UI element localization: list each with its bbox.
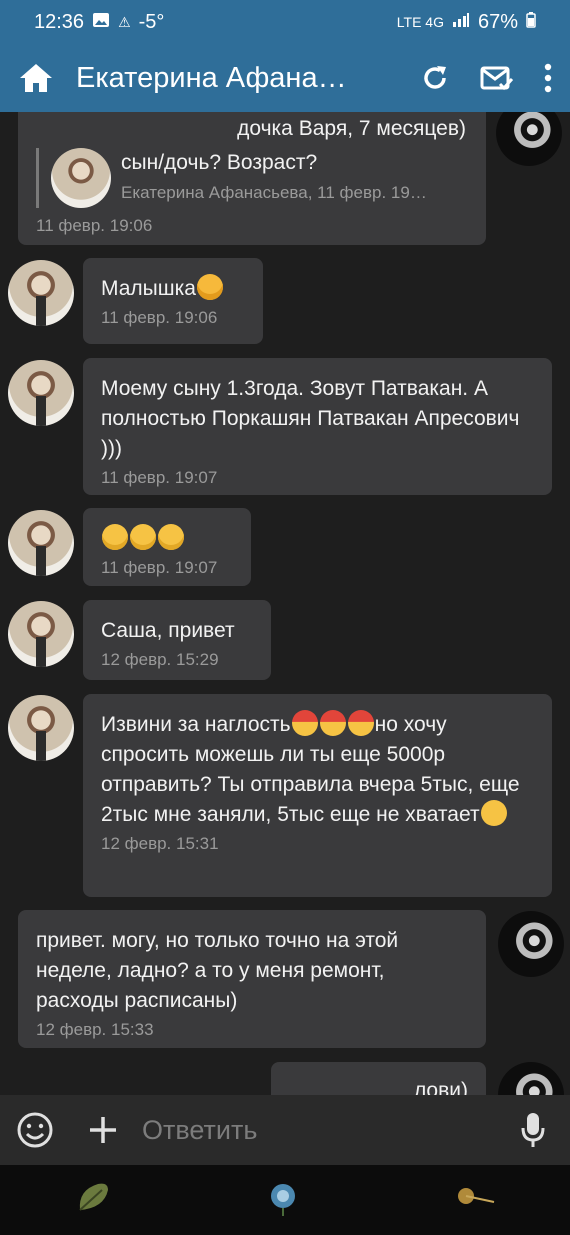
avatar[interactable] — [8, 695, 74, 761]
battery-icon — [526, 11, 536, 34]
reply-bar: Ответить — [0, 1095, 570, 1165]
status-temp: -5° — [138, 10, 165, 33]
message-text: дочка Варя, 7 месяцев) — [237, 117, 466, 140]
avatar[interactable] — [8, 260, 74, 326]
reply-input[interactable]: Ответить — [142, 1115, 520, 1146]
signal-icon — [452, 11, 470, 34]
chat-title: Екатерина Афана… — [76, 61, 347, 94]
avatar[interactable] — [496, 112, 562, 166]
status-bar: 12:36 ⚠ -5° LTE 4G 67% — [0, 0, 570, 44]
quote-author: Екатерина Афанасьева, 11 февр. 19… — [121, 183, 427, 202]
message-time: 11 февр. 19:06 — [36, 216, 153, 235]
grinning-sweat-emoji-icon — [158, 524, 184, 550]
app-bar: Екатерина Афана… — [0, 44, 570, 112]
anxious-emoji-icon — [319, 710, 346, 736]
battery-level: 67% — [477, 10, 518, 33]
message-bubble[interactable]: Малышка 11 февр. 19:06 — [83, 258, 263, 344]
grinning-sweat-emoji-icon — [102, 524, 128, 550]
avatar[interactable] — [498, 1062, 564, 1095]
grinning-sweat-emoji-icon — [130, 524, 156, 550]
home-icon[interactable] — [18, 62, 54, 94]
flower-nav-icon[interactable] — [263, 1180, 303, 1221]
microphone-icon[interactable] — [520, 1112, 546, 1148]
message-bubble[interactable]: дочка Варя, 7 месяцев) сын/дочь? Возраст… — [18, 112, 486, 245]
status-time: 12:36 — [34, 10, 85, 33]
message-time: 11 февр. 19:06 — [101, 308, 218, 327]
message-bubble[interactable]: лови) — [271, 1062, 486, 1095]
message-time: 12 февр. 15:33 — [36, 1020, 154, 1039]
avatar[interactable] — [8, 360, 74, 426]
avatar[interactable] — [498, 911, 564, 977]
reply-quote[interactable]: сын/дочь? Возраст? Екатерина Афанасьева,… — [36, 148, 468, 208]
gallery-icon — [92, 11, 110, 34]
signal-alert-icon: ⚠ — [118, 13, 131, 30]
message-list[interactable]: дочка Варя, 7 месяцев) сын/дочь? Возраст… — [0, 112, 570, 1095]
message-time: 11 февр. 19:07 — [101, 558, 218, 577]
hugging-emoji-icon — [196, 274, 223, 300]
pensive-emoji-icon — [480, 800, 507, 826]
refresh-icon[interactable] — [420, 63, 450, 93]
message-bubble[interactable]: 11 февр. 19:07 — [83, 508, 251, 586]
avatar[interactable] — [8, 601, 74, 667]
anxious-emoji-icon — [291, 710, 318, 736]
quote-text: сын/дочь? Возраст? — [121, 151, 318, 174]
message-time: 12 февр. 15:31 — [101, 834, 219, 853]
message-bubble[interactable]: Моему сыну 1.3года. Зовут Патвакан. А по… — [83, 358, 552, 495]
quote-avatar — [51, 148, 111, 208]
message-time: 12 февр. 15:29 — [101, 650, 219, 669]
message-bubble[interactable]: Саша, привет 12 февр. 15:29 — [83, 600, 271, 680]
message-text: привет. могу, но только точно на этой не… — [36, 929, 399, 1012]
add-attachment-icon[interactable] — [88, 1115, 118, 1145]
message-bubble[interactable]: Извини за наглость но хочу спросить можеш… — [83, 694, 552, 897]
message-text: Саша, привет — [101, 619, 235, 642]
message-text: Малышка — [101, 274, 245, 304]
message-time: 11 февр. 19:07 — [101, 468, 218, 487]
message-bubble[interactable]: привет. могу, но только точно на этой не… — [18, 910, 486, 1048]
dandelion-nav-icon[interactable] — [452, 1180, 496, 1221]
avatar[interactable] — [8, 510, 74, 576]
anxious-emoji-icon — [347, 710, 374, 736]
more-icon[interactable] — [544, 63, 552, 93]
mark-read-icon[interactable] — [480, 64, 514, 92]
network-indicator: LTE 4G — [396, 14, 444, 30]
emoji-icon[interactable] — [16, 1111, 54, 1149]
leaf-nav-icon[interactable] — [74, 1180, 114, 1221]
message-text: Извини за наглость но хочу спросить можеш… — [101, 710, 534, 830]
message-text — [101, 524, 233, 554]
message-text: Моему сыну 1.3года. Зовут Патвакан. А по… — [101, 377, 520, 460]
system-nav-bar — [0, 1165, 570, 1235]
message-text: лови) — [413, 1079, 468, 1095]
